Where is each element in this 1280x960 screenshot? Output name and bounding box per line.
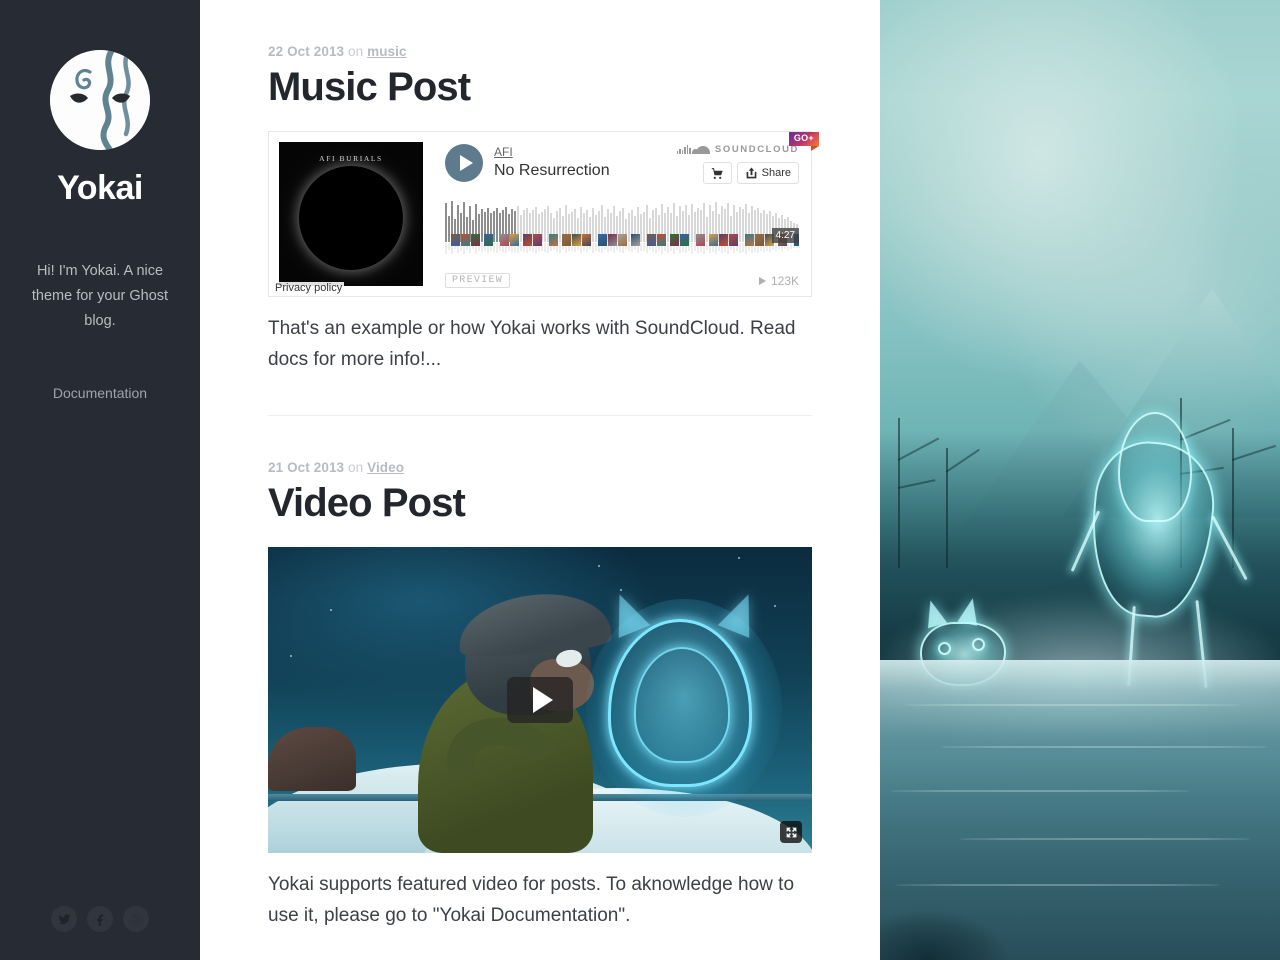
artwork-label: AFI BURIALS [319,154,383,163]
page-root: Yokai Hi! I'm Yokai. A nice theme for yo… [0,0,1280,960]
fullscreen-icon[interactable] [780,821,802,843]
play-icon[interactable] [507,677,573,723]
play-icon[interactable] [445,144,483,182]
post-meta-on: on [348,44,364,59]
post-item-video: 21 Oct 2013 on Video Video Post Yokai su… [268,416,812,931]
blog-title: Yokai [57,169,143,207]
video-rock [268,727,356,791]
sidebar-item-documentation[interactable]: Documentation [0,382,200,404]
soundcloud-titles: AFI No Resurrection [494,144,610,181]
privacy-policy-link[interactable]: Privacy policy [273,282,345,294]
post-title[interactable]: Video Post [268,481,812,525]
soundcloud-cloud-mark [691,145,710,154]
post-meta: 21 Oct 2013 on Video [268,460,812,475]
cart-icon[interactable] [702,162,732,184]
main-content: 22 Oct 2013 on music Music Post AFI BURI… [200,0,880,960]
go-plus-badge: GO+ [788,132,820,151]
post-excerpt: Yokai supports featured video for posts.… [268,874,795,926]
play-count-icon [758,276,766,285]
sidebar-item-documentation-link[interactable]: Documentation [0,382,200,404]
post-date: 21 Oct 2013 [268,460,345,475]
site-logo[interactable] [50,50,150,150]
post-meta: 22 Oct 2013 on music [268,44,812,59]
soundcloud-player[interactable]: AFI BURIALS GO+ Privacy policy AFI No Re… [268,131,820,297]
hero-cover-image [880,0,1280,960]
share-button[interactable]: Share [736,162,799,184]
soundcloud-artwork: AFI BURIALS [279,142,423,286]
soundcloud-artist[interactable]: AFI [494,145,610,160]
hero-grass [880,870,1050,960]
post-title-text: Video Post [268,481,466,525]
post-date: 22 Oct 2013 [268,44,345,59]
soundcloud-wave-mark [676,145,691,154]
play-count: 123K [758,273,799,288]
facebook-icon[interactable] [87,906,113,932]
sidebar-nav: Documentation [0,382,200,404]
post-tag[interactable]: music [367,44,407,59]
post-title[interactable]: Music Post [268,65,812,109]
post-list: 22 Oct 2013 on music Music Post AFI BURI… [200,0,880,931]
post-title-text: Music Post [268,65,471,109]
soundcloud-brand-area: SOUNDCLOUD Share [676,144,799,184]
blog-description: Hi! I'm Yokai. A nice theme for your Gho… [31,263,169,330]
video-ghost-creature [586,588,782,817]
post-tag[interactable]: Video [367,460,404,475]
post-meta-on: on [348,460,364,475]
soundcloud-logo: SOUNDCLOUD [676,144,799,155]
soundcloud-actions: Share [677,162,799,184]
soundcloud-track-title: No Resurrection [494,162,610,179]
track-duration: 4:27 [771,228,799,243]
twitter-icon[interactable] [51,906,77,932]
soundcloud-footer: PREVIEW 123K [445,273,799,288]
waveform-comment-avatars [445,234,799,246]
dribbble-icon[interactable] [123,906,149,932]
post-excerpt: That's an example or how Yokai works wit… [268,318,796,370]
soundcloud-waveform[interactable] [445,200,799,257]
play-count-value: 123K [770,273,799,288]
share-label: Share [761,167,791,179]
video-player[interactable] [268,547,812,853]
soundcloud-body: AFI No Resurrection SOUNDCLOUD Share 4:2… [433,132,811,296]
post-item-music: 22 Oct 2013 on music Music Post AFI BURI… [268,0,820,416]
social-links [0,906,200,932]
artwork-eclipse [299,166,403,271]
sidebar: Yokai Hi! I'm Yokai. A nice theme for yo… [0,0,200,960]
soundcloud-brand-text: SOUNDCLOUD [714,144,799,155]
preview-badge: PREVIEW [445,273,511,288]
yokai-mask-icon [50,50,150,150]
